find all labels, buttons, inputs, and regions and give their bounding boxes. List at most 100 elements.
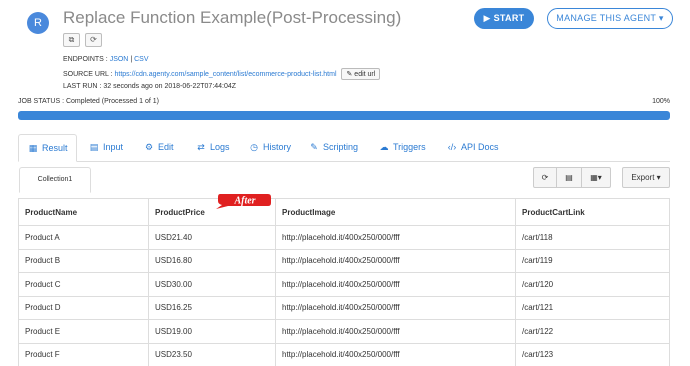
table-cell: USD16.25	[148, 295, 276, 320]
table-row: Product E USD19.00 http://placehold.it/4…	[18, 319, 670, 344]
table-cell: http://placehold.it/400x250/000/fff	[275, 272, 516, 297]
csv-endpoint-link[interactable]: CSV	[134, 56, 148, 63]
edit-url-label: edit url	[354, 71, 376, 78]
column-header: ProductName	[18, 198, 149, 226]
table-cell: Product A	[18, 225, 149, 250]
table-cell: http://placehold.it/400x250/000/fff	[275, 295, 516, 320]
result-table: ProductName ProductPrice ProductImage Pr…	[18, 198, 670, 366]
tab-input[interactable]: ▤ Input	[80, 134, 131, 162]
caret-down-icon: ▾	[656, 173, 661, 182]
last-run-value: 32 seconds ago on 2018-06-22T07:44:04Z	[103, 83, 237, 90]
table-cell: /cart/120	[515, 272, 670, 297]
tab-bar: ▦ Result ▤ Input ⚙ Edit ⇄ Logs ◷ History ✎ Scr…	[18, 134, 670, 162]
last-run-row: LAST RUN : 32 seconds ago on 2018-06-22T…	[63, 83, 236, 90]
pencil-icon: ✎	[346, 71, 353, 78]
refresh-icon: ⟳	[541, 173, 549, 182]
table-cell: USD23.50	[148, 342, 276, 366]
table-cell: Product F	[18, 342, 149, 366]
list-icon: ▤	[565, 173, 573, 182]
refresh-icon: ⟳	[90, 35, 97, 44]
table-cell: Product B	[18, 248, 149, 273]
cloud-upload-icon: ☁	[379, 142, 389, 152]
table-cell: Product D	[18, 295, 149, 320]
job-status: JOB STATUS : Completed (Processed 1 of 1…	[18, 98, 159, 105]
manage-agent-button[interactable]: MANAGE THIS AGENT ▾	[547, 8, 673, 29]
caret-down-icon: ▾	[658, 13, 664, 23]
table-cell: USD30.00	[148, 272, 276, 297]
json-endpoint-link[interactable]: JSON	[110, 56, 129, 63]
edit-url-button[interactable]: ✎ edit url	[341, 68, 381, 80]
code-icon: ‹/›	[447, 142, 457, 152]
edit-icon: ✎	[310, 142, 318, 152]
toggle-view-button[interactable]: ▤	[556, 167, 582, 188]
manage-label: MANAGE THIS AGENT	[556, 13, 657, 23]
table-cell: USD16.80	[148, 248, 276, 273]
tab-label: Scripting	[323, 142, 359, 152]
start-label: START	[493, 13, 525, 23]
tab-scripting[interactable]: ✎ Scripting	[300, 134, 366, 162]
source-url-row: SOURCE URL : https://cdn.agenty.com/samp…	[63, 68, 381, 80]
collection-tab[interactable]: Collection1	[19, 167, 91, 193]
job-percent: 100%	[652, 98, 670, 105]
tab-result[interactable]: ▦ Result	[18, 134, 77, 162]
tab-label: Result	[42, 143, 68, 153]
table-icon: ▦	[28, 143, 38, 153]
table-row: Product B USD16.80 http://placehold.it/4…	[18, 248, 670, 273]
tab-logs[interactable]: ⇄ Logs	[187, 134, 238, 162]
tab-label: Logs	[210, 142, 230, 152]
endpoint-separator: |	[130, 56, 133, 63]
caret-down-icon: ▾	[597, 173, 602, 182]
copy-icon: ⧉	[68, 35, 75, 44]
avatar: R	[27, 12, 49, 34]
progress-bar	[18, 111, 670, 120]
table-row: Product F USD23.50 http://placehold.it/4…	[18, 342, 670, 366]
gears-icon: ⚙	[144, 142, 154, 152]
table-row: Product C USD30.00 http://placehold.it/4…	[18, 272, 670, 297]
progress-fill	[18, 111, 670, 120]
column-header: ProductCartLink	[515, 198, 670, 226]
refresh-agent-button[interactable]: ⟳	[85, 33, 102, 47]
table-cell: Product E	[18, 319, 149, 344]
table-cell: http://placehold.it/400x250/000/fff	[275, 342, 516, 366]
tab-label: Edit	[158, 142, 174, 152]
table-cell: Product C	[18, 272, 149, 297]
tab-api-docs[interactable]: ‹/› API Docs	[438, 134, 507, 162]
table-row: Product D USD16.25 http://placehold.it/4…	[18, 295, 670, 320]
tab-label: Input	[103, 142, 124, 152]
table-cell: /cart/121	[515, 295, 670, 320]
table-cell: http://placehold.it/400x250/000/fff	[275, 319, 516, 344]
grid-icon: ▦	[590, 173, 598, 182]
refresh-table-button[interactable]: ⟳	[533, 167, 557, 188]
start-button[interactable]: ▶ START	[474, 8, 534, 29]
tab-triggers[interactable]: ☁ Triggers	[370, 134, 434, 162]
tab-label: History	[263, 142, 292, 152]
table-cell: USD19.00	[148, 319, 276, 344]
tab-history[interactable]: ◷ History	[240, 134, 299, 162]
source-url-link[interactable]: https://cdn.agenty.com/sample_content/li…	[114, 71, 336, 78]
after-callout: After	[216, 194, 271, 209]
source-url-label: SOURCE URL :	[63, 70, 113, 78]
column-header: ProductImage	[275, 198, 516, 226]
table-cell: http://placehold.it/400x250/000/fff	[275, 248, 516, 273]
endpoints-label: ENDPOINTS :	[63, 56, 108, 63]
table-cell: http://placehold.it/400x250/000/fff	[275, 225, 516, 250]
table-cell: /cart/123	[515, 342, 670, 366]
page-title: Replace Function Example(Post-Processing…	[63, 8, 402, 27]
export-button[interactable]: Export ▾	[622, 167, 670, 188]
callout-text: After	[233, 196, 255, 207]
last-run-label: LAST RUN :	[63, 83, 102, 90]
input-icon: ▤	[89, 142, 99, 152]
history-icon: ◷	[250, 142, 258, 152]
copy-button[interactable]: ⧉	[63, 33, 80, 47]
table-cell: /cart/122	[515, 319, 670, 344]
tab-edit[interactable]: ⚙ Edit	[135, 134, 182, 162]
table-cell: USD21.40	[148, 225, 276, 250]
table-cell: /cart/119	[515, 248, 670, 273]
columns-button[interactable]: ▦▾	[581, 167, 611, 188]
tab-label: Triggers	[393, 142, 426, 152]
table-header-row: ProductName ProductPrice ProductImage Pr…	[18, 198, 670, 226]
play-icon: ▶	[483, 13, 491, 23]
tab-label: API Docs	[461, 142, 499, 152]
table-cell: /cart/118	[515, 225, 670, 250]
export-label: Export	[631, 173, 655, 182]
